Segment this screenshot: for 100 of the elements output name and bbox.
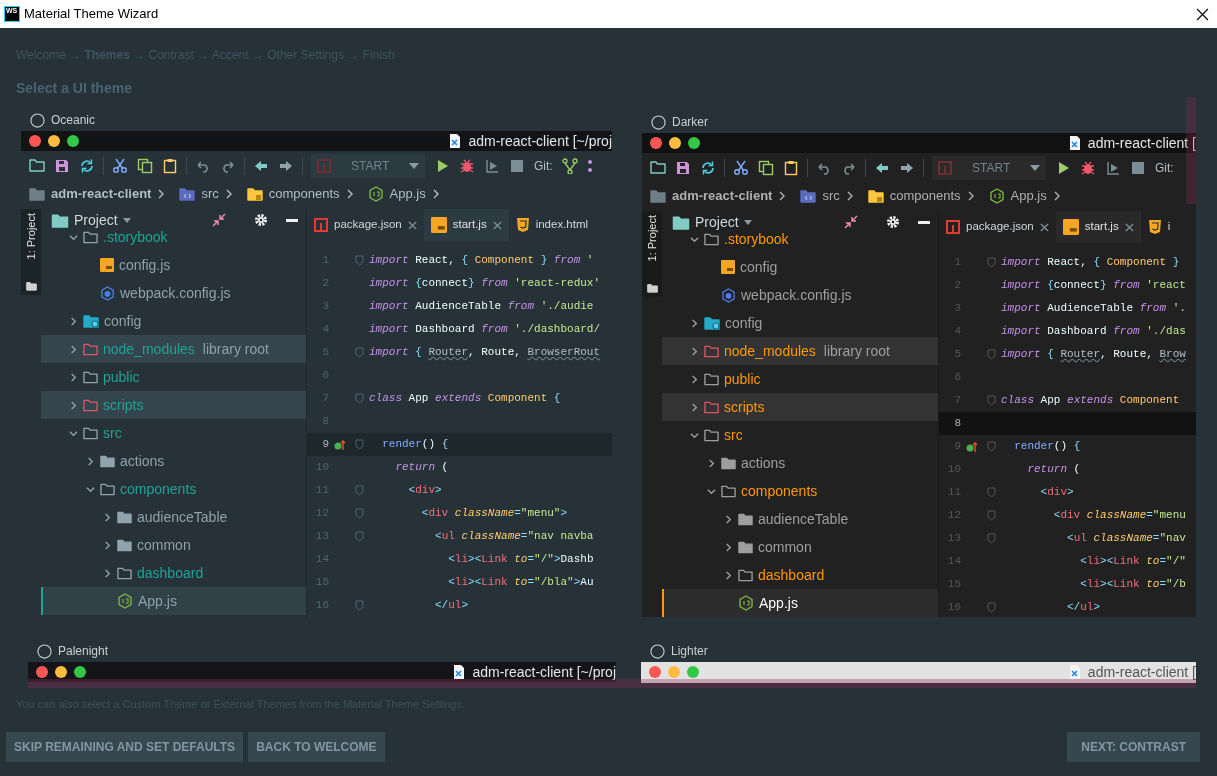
- undo-icon[interactable]: [195, 158, 211, 174]
- theme-name[interactable]: Darker: [672, 113, 708, 131]
- stop-icon[interactable]: [1130, 160, 1146, 176]
- branch-icon[interactable]: [561, 158, 578, 174]
- scrollbar-thumb[interactable]: [28, 679, 1196, 688]
- undo-icon[interactable]: [816, 160, 832, 176]
- clipboard-icon[interactable]: [783, 160, 799, 176]
- tree-item[interactable]: node_modules library root: [41, 335, 306, 363]
- copy-icon[interactable]: [137, 158, 153, 174]
- save-icon[interactable]: [675, 160, 691, 176]
- close-icon[interactable]: [1196, 7, 1209, 21]
- tree-item[interactable]: actions: [41, 447, 306, 475]
- scissors-icon[interactable]: [733, 160, 749, 176]
- editor-tab[interactable]: start.js: [423, 209, 509, 241]
- minimize-icon[interactable]: [918, 220, 930, 224]
- minimize-dot-icon[interactable]: [668, 666, 680, 678]
- close-dot-icon[interactable]: [649, 666, 661, 678]
- close-dot-icon[interactable]: [36, 666, 48, 678]
- minimize-dot-icon[interactable]: [669, 137, 681, 149]
- close-dot-icon[interactable]: [29, 135, 41, 147]
- redo-icon[interactable]: [841, 160, 857, 176]
- zoom-dot-icon[interactable]: [67, 135, 79, 147]
- tree-item[interactable]: src: [41, 419, 306, 447]
- right-arrow-icon[interactable]: [278, 158, 294, 174]
- left-arrow-icon[interactable]: [874, 160, 890, 176]
- tree-item[interactable]: public: [662, 365, 938, 393]
- tree-item[interactable]: config.js: [41, 251, 306, 279]
- folder-icon[interactable]: [650, 160, 666, 176]
- tree-item[interactable]: webpack.config.js: [662, 281, 938, 309]
- collapse-icon[interactable]: [844, 215, 858, 229]
- breadcrumb-item[interactable]: App.js: [389, 184, 426, 204]
- editor-tab[interactable]: package.json: [939, 211, 1056, 243]
- coverage-icon[interactable]: [484, 158, 500, 174]
- breadcrumb-item[interactable]: components: [889, 186, 961, 206]
- left-arrow-icon[interactable]: [253, 158, 269, 174]
- panel-title[interactable]: Project: [74, 209, 118, 231]
- breadcrumb-item[interactable]: components: [268, 184, 340, 204]
- stop-icon[interactable]: [509, 158, 525, 174]
- minimize-dot-icon[interactable]: [55, 666, 67, 678]
- bug-icon[interactable]: [1080, 160, 1096, 176]
- theme-name[interactable]: Lighter: [671, 642, 708, 660]
- coverage-icon[interactable]: [1105, 160, 1121, 176]
- sync-icon[interactable]: [79, 158, 95, 174]
- tree-item[interactable]: App.js: [41, 587, 306, 615]
- tree-item[interactable]: audienceTable: [41, 503, 306, 531]
- tree-item[interactable]: actions: [662, 449, 938, 477]
- tree-item[interactable]: src: [662, 421, 938, 449]
- clipboard-icon[interactable]: [162, 158, 178, 174]
- zoom-dot-icon[interactable]: [688, 137, 700, 149]
- zoom-dot-icon[interactable]: [687, 666, 699, 678]
- zoom-dot-icon[interactable]: [74, 666, 86, 678]
- tree-item[interactable]: audienceTable: [662, 505, 938, 533]
- editor-tab[interactable]: index.html: [508, 209, 596, 241]
- tree-item[interactable]: webpack.config.js: [41, 279, 306, 307]
- tree-item[interactable]: .storybook: [662, 233, 938, 253]
- tree-item[interactable]: config: [662, 309, 938, 337]
- right-arrow-icon[interactable]: [899, 160, 915, 176]
- tree-item[interactable]: common: [41, 531, 306, 559]
- settings-icon[interactable]: [886, 215, 900, 229]
- settings-icon[interactable]: [254, 213, 268, 227]
- tree-item[interactable]: node_modules library root: [662, 337, 938, 365]
- minimize-dot-icon[interactable]: [48, 135, 60, 147]
- tree-item[interactable]: dashboard: [41, 559, 306, 587]
- sync-icon[interactable]: [700, 160, 716, 176]
- copy-icon[interactable]: [758, 160, 774, 176]
- breadcrumb-item[interactable]: src: [822, 186, 840, 206]
- editor-tab[interactable]: start.js: [1055, 211, 1141, 243]
- tree-item[interactable]: scripts: [662, 393, 938, 421]
- scrollbar-thumb[interactable]: [1186, 97, 1196, 204]
- tree-item[interactable]: dashboard: [662, 561, 938, 589]
- save-icon[interactable]: [54, 158, 70, 174]
- tree-item[interactable]: config: [41, 307, 306, 335]
- side-tab[interactable]: 1: Project: [642, 211, 662, 297]
- radio-button[interactable]: [650, 643, 665, 659]
- panel-title[interactable]: Project: [695, 211, 739, 233]
- theme-name[interactable]: Oceanic: [51, 111, 96, 129]
- breadcrumb-item[interactable]: src: [201, 184, 219, 204]
- redo-icon[interactable]: [220, 158, 236, 174]
- tree-item[interactable]: config: [662, 253, 938, 281]
- radio-button[interactable]: [651, 114, 666, 130]
- editor-tab[interactable]: i: [1140, 211, 1178, 243]
- side-tab[interactable]: 1: Project: [21, 209, 41, 295]
- breadcrumb-item[interactable]: App.js: [1010, 186, 1047, 206]
- editor-tab[interactable]: package.json: [307, 209, 424, 241]
- breadcrumb-item[interactable]: adm-react-client: [51, 184, 152, 204]
- close-dot-icon[interactable]: [650, 137, 662, 149]
- breadcrumb-item[interactable]: adm-react-client: [672, 186, 773, 206]
- tree-item[interactable]: components: [41, 475, 306, 503]
- theme-name[interactable]: Palenight: [58, 642, 109, 660]
- tree-item[interactable]: public: [41, 363, 306, 391]
- radio-button[interactable]: [30, 112, 45, 128]
- radio-button[interactable]: [37, 643, 52, 659]
- tree-item[interactable]: .storybook: [41, 231, 306, 251]
- scissors-icon[interactable]: [112, 158, 128, 174]
- tree-item[interactable]: components: [662, 477, 938, 505]
- collapse-icon[interactable]: [212, 213, 226, 227]
- bug-icon[interactable]: [459, 158, 475, 174]
- folder-icon[interactable]: [29, 158, 45, 174]
- tree-item[interactable]: App.js: [662, 589, 938, 617]
- run-config-dropdown[interactable]: START: [932, 156, 1046, 180]
